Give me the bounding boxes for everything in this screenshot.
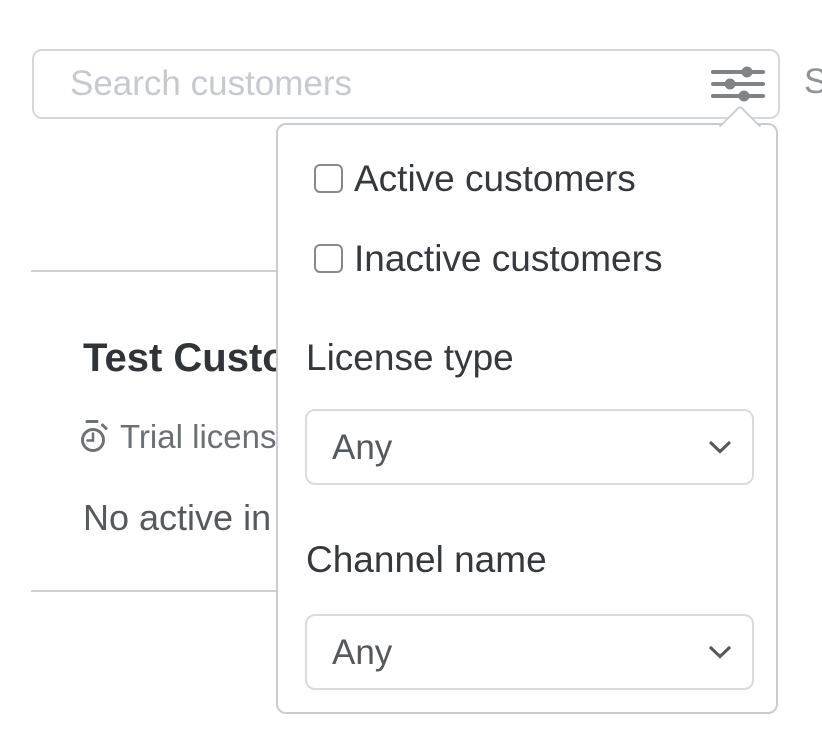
customer-search-screen: S Test Customer Trial license No active … bbox=[0, 0, 822, 756]
search-box bbox=[32, 49, 780, 119]
chevron-down-icon bbox=[708, 440, 732, 454]
inactive-customers-checkbox[interactable] bbox=[314, 244, 343, 273]
filter-sliders-icon bbox=[711, 64, 765, 104]
active-customers-checkbox-row[interactable]: Active customers bbox=[314, 161, 636, 195]
checkbox-label: Inactive customers bbox=[354, 240, 662, 277]
license-badge-text: Trial license bbox=[120, 420, 295, 453]
active-customers-checkbox[interactable] bbox=[314, 164, 343, 193]
license-type-select[interactable]: Any bbox=[305, 409, 754, 485]
channel-name-select-value: Any bbox=[332, 635, 392, 670]
license-type-select-value: Any bbox=[332, 430, 392, 465]
license-info-row: Trial license bbox=[79, 419, 295, 453]
inactive-customers-checkbox-row[interactable]: Inactive customers bbox=[314, 241, 662, 275]
customer-status-text: No active in bbox=[83, 497, 271, 539]
channel-name-select[interactable]: Any bbox=[305, 614, 754, 690]
filter-button[interactable] bbox=[711, 64, 765, 104]
filter-panel: Active customers Inactive customers Lice… bbox=[276, 123, 778, 714]
chevron-down-icon bbox=[708, 645, 732, 659]
channel-name-label: Channel name bbox=[306, 539, 547, 582]
search-input[interactable] bbox=[34, 51, 778, 117]
checkbox-label: Active customers bbox=[354, 160, 636, 197]
stopwatch-icon bbox=[79, 419, 109, 453]
license-type-label: License type bbox=[306, 337, 514, 380]
sort-label-partial[interactable]: S bbox=[804, 62, 822, 102]
